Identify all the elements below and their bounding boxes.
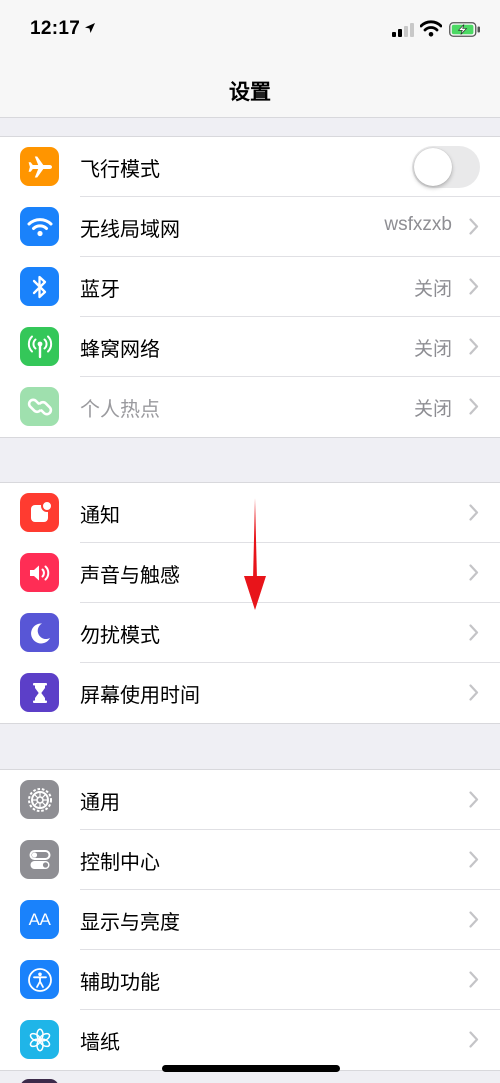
settings-group-connectivity: 飞行模式 无线局域网 wsfxzxb 蓝牙 关闭 蜂窝网络 关闭 个人热点 关闭 xyxy=(0,136,500,438)
chevron-right-icon xyxy=(469,278,479,295)
hotspot-value: 关闭 xyxy=(413,398,452,420)
bluetooth-icon xyxy=(20,267,59,306)
display-brightness-row[interactable]: AA 显示与亮度 xyxy=(0,890,500,950)
toggle-knob xyxy=(414,148,452,186)
red-scroll-down-arrow xyxy=(244,498,266,610)
do-not-disturb-label: 勿扰模式 xyxy=(80,623,160,647)
chevron-right-icon xyxy=(469,791,479,808)
chevron-right-icon xyxy=(469,911,479,928)
status-time: 12:17 xyxy=(30,18,81,39)
bluetooth-value: 关闭 xyxy=(413,278,452,300)
general-label: 通用 xyxy=(80,790,120,814)
control-center-label: 控制中心 xyxy=(80,850,160,874)
bluetooth-label: 蓝牙 xyxy=(80,277,120,301)
bluetooth-row[interactable]: 蓝牙 关闭 xyxy=(0,257,500,317)
location-arrow-icon xyxy=(85,23,95,33)
screen-time-label: 屏幕使用时间 xyxy=(80,683,200,707)
chevron-right-icon xyxy=(469,624,479,641)
screen-time-row[interactable]: 屏幕使用时间 xyxy=(0,663,500,723)
do-not-disturb-row[interactable]: 勿扰模式 xyxy=(0,603,500,663)
wallpaper-row[interactable]: 墙纸 xyxy=(0,1010,500,1070)
signal-icon xyxy=(392,23,414,37)
display-icon: AA xyxy=(20,900,59,939)
hourglass-icon xyxy=(20,673,59,712)
chevron-right-icon xyxy=(469,684,479,701)
cellular-icon xyxy=(20,327,59,366)
wifi-icon xyxy=(20,207,59,246)
control-center-icon xyxy=(20,840,59,879)
wifi-status-icon xyxy=(420,20,442,37)
moon-icon xyxy=(20,613,59,652)
hotspot-row[interactable]: 个人热点 关闭 xyxy=(0,377,500,437)
hotspot-label: 个人热点 xyxy=(80,397,160,421)
wallpaper-icon xyxy=(20,1020,59,1059)
airplane-mode-label: 飞行模式 xyxy=(80,157,160,181)
chevron-right-icon xyxy=(469,338,479,355)
gear-icon xyxy=(20,780,59,819)
chevron-right-icon xyxy=(469,971,479,988)
general-row[interactable]: 通用 xyxy=(0,770,500,830)
cellular-label: 蜂窝网络 xyxy=(80,337,160,361)
wifi-label: 无线局域网 xyxy=(80,217,180,241)
notifications-icon xyxy=(20,493,59,532)
wallpaper-label: 墙纸 xyxy=(80,1030,120,1054)
airplane-mode-row: 飞行模式 xyxy=(0,137,500,197)
chevron-right-icon xyxy=(469,851,479,868)
airplane-mode-toggle[interactable] xyxy=(412,146,480,188)
cellular-value: 关闭 xyxy=(413,338,452,360)
display-brightness-label: 显示与亮度 xyxy=(80,910,180,934)
notifications-label: 通知 xyxy=(80,503,120,527)
control-center-row[interactable]: 控制中心 xyxy=(0,830,500,890)
navigation-bar: 设置 xyxy=(0,60,500,118)
chevron-right-icon xyxy=(469,564,479,581)
accessibility-icon xyxy=(20,960,59,999)
display-icon-text: AA xyxy=(28,909,51,929)
wifi-row[interactable]: 无线局域网 wsfxzxb xyxy=(0,197,500,257)
chevron-right-icon xyxy=(469,1031,479,1048)
battery-charging-icon xyxy=(449,22,480,37)
settings-group-general: 通用 控制中心 AA 显示与亮度 辅助功能 墙纸 xyxy=(0,769,500,1071)
chevron-right-icon xyxy=(469,218,479,235)
chevron-right-icon xyxy=(469,398,479,415)
wifi-network-value: wsfxzxb xyxy=(384,214,452,235)
chevron-right-icon xyxy=(469,504,479,521)
airplane-icon xyxy=(20,147,59,186)
sounds-haptics-label: 声音与触感 xyxy=(80,563,180,587)
sound-icon xyxy=(20,553,59,592)
hotspot-icon xyxy=(20,387,59,426)
cellular-row[interactable]: 蜂窝网络 关闭 xyxy=(0,317,500,377)
accessibility-label: 辅助功能 xyxy=(80,970,160,994)
status-bar: 12:17 xyxy=(0,0,500,60)
home-indicator[interactable] xyxy=(162,1065,340,1072)
accessibility-row[interactable]: 辅助功能 xyxy=(0,950,500,1010)
next-row-icon-peek xyxy=(20,1079,59,1083)
page-title: 设置 xyxy=(229,80,271,104)
